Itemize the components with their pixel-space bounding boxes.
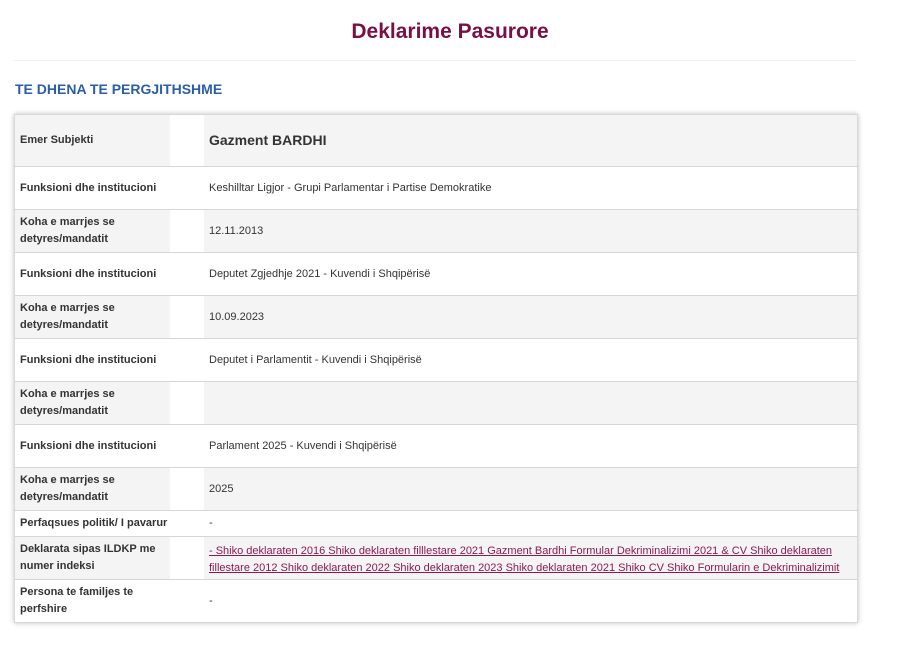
row-value: -	[209, 517, 213, 529]
row-value: 12.11.2013	[209, 224, 264, 237]
row-label: Funksioni dhe institucioni	[20, 181, 157, 194]
details-table: Emer Subjekti Gazment BARDHI Funksioni d…	[14, 114, 858, 623]
row-value: Keshilltar Ligjor - Grupi Parlamentar i …	[209, 181, 492, 194]
table-row: Koha e marrjes se detyres/mandatit 12.11…	[15, 210, 857, 253]
section-heading: TE DHENA TE PERGJITHSHME	[15, 81, 223, 97]
table-row: Koha e marrjes se detyres/mandatit	[15, 382, 857, 425]
row-value: 2025	[209, 482, 234, 495]
table-row: Persona te familjes te perfshire -	[15, 580, 857, 622]
table-row: Koha e marrjes se detyres/mandatit 10.09…	[15, 296, 857, 339]
row-value: Deputet i Parlamentit - Kuvendi i Shqipë…	[209, 353, 422, 366]
row-label: Persona te familjes te perfshire	[20, 586, 134, 615]
table-row: Koha e marrjes se detyres/mandatit 2025	[15, 468, 857, 511]
declaration-links[interactable]: - Shiko deklaraten 2016 Shiko deklaraten…	[209, 540, 851, 577]
row-label: Deklarata sipas ILDKP me numer indeksi	[20, 543, 156, 572]
table-row: Funksioni dhe institucioni Deputet i Par…	[15, 339, 857, 382]
table-row-declarations: Deklarata sipas ILDKP me numer indeksi -…	[15, 537, 857, 580]
row-label: Koha e marrjes se detyres/mandatit	[20, 388, 115, 417]
row-label: Funksioni dhe institucioni	[20, 353, 157, 366]
row-label: Perfaqsues politik/ I pavarur	[20, 517, 168, 529]
table-row: Funksioni dhe institucioni Keshilltar Li…	[15, 167, 857, 210]
table-row-subject-name: Emer Subjekti Gazment BARDHI	[15, 115, 857, 167]
table-row: Funksioni dhe institucioni Parlament 202…	[15, 425, 857, 468]
row-label: Koha e marrjes se detyres/mandatit	[20, 302, 115, 331]
table-row: Perfaqsues politik/ I pavarur -	[15, 511, 857, 537]
row-label: Funksioni dhe institucioni	[20, 439, 157, 452]
row-label: Koha e marrjes se detyres/mandatit	[20, 474, 115, 503]
row-value	[204, 382, 857, 424]
row-label: Koha e marrjes se detyres/mandatit	[20, 216, 115, 245]
table-row: Funksioni dhe institucioni Deputet Zgjed…	[15, 253, 857, 296]
row-value: Deputet Zgjedhje 2021 - Kuvendi i Shqipë…	[209, 267, 431, 280]
row-label: Emer Subjekti	[20, 134, 94, 146]
row-value: -	[209, 594, 213, 607]
page-title: Deklarime Pasurore	[351, 20, 549, 43]
subject-name: Gazment BARDHI	[209, 132, 327, 148]
row-value: Parlament 2025 - Kuvendi i Shqipërisë	[209, 439, 397, 452]
row-value: 10.09.2023	[209, 310, 265, 323]
row-label: Funksioni dhe institucioni	[20, 267, 157, 280]
